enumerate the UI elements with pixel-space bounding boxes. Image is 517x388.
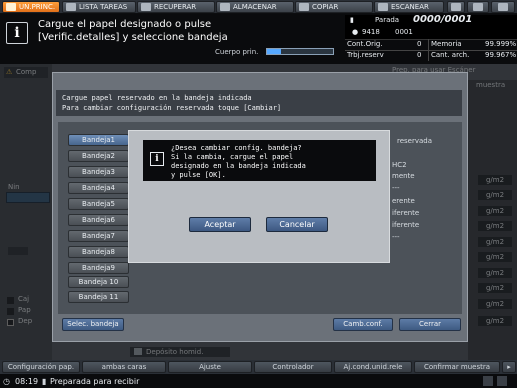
info-icon: i bbox=[150, 152, 164, 166]
recall-icon bbox=[141, 3, 151, 11]
tray-button-1[interactable]: Bandeja1 bbox=[68, 134, 129, 146]
header-message-line1: Cargue el papel designado o pulse bbox=[38, 19, 212, 30]
status-time: 08:19 bbox=[15, 377, 39, 386]
file-count-label: Cant. arch. bbox=[431, 51, 470, 59]
tab-store[interactable]: ALMACENAR bbox=[216, 1, 294, 13]
reserved-row: --- bbox=[392, 233, 400, 241]
select-tray-button[interactable]: Selec. bandeja bbox=[62, 318, 124, 331]
orig-count-label: Cont.Orig. bbox=[347, 40, 383, 48]
reserved-jobs-value: 0 bbox=[417, 51, 422, 59]
tray-dialog-line1: Cargue papel reservado en la bandeja ind… bbox=[62, 94, 252, 102]
confirm-sample-button[interactable]: Confirmar muestra bbox=[414, 361, 500, 373]
tray-button-10[interactable]: Bandeja 10 bbox=[68, 276, 129, 288]
duplex-button[interactable]: ambas caras bbox=[82, 361, 166, 373]
tray-button-8[interactable]: Bandeja8 bbox=[68, 246, 129, 258]
adjust-button[interactable]: Ajuste bbox=[168, 361, 252, 373]
printer-status-icon: ▮ bbox=[42, 377, 47, 386]
reserved-header: reservada bbox=[397, 137, 433, 145]
info-icon: i bbox=[6, 22, 28, 44]
gear-icon bbox=[451, 3, 461, 11]
memory-label: Memoria bbox=[431, 40, 462, 48]
reserved-row: mente bbox=[392, 172, 415, 180]
user-icon: ● bbox=[352, 28, 359, 36]
confirm-line3: designado en la bandeja indicada bbox=[171, 162, 306, 170]
main-body-label: Cuerpo prin. bbox=[215, 48, 259, 56]
utility-button[interactable] bbox=[447, 1, 465, 13]
tray-button-4[interactable]: Bandeja4 bbox=[68, 182, 129, 194]
reserved-row: erente bbox=[392, 197, 415, 205]
volume-button[interactable] bbox=[467, 1, 489, 13]
confirm-line1: ¿Desea cambiar config. bandeja? bbox=[171, 144, 302, 152]
tray-button-11[interactable]: Bandeja 11 bbox=[68, 291, 129, 303]
reserved-row: iferente bbox=[392, 221, 420, 229]
file-count-value: 99.967% bbox=[485, 51, 517, 59]
printer-icon: ▮ bbox=[350, 16, 354, 24]
paper-setting-button[interactable]: Configuración pap. bbox=[2, 361, 80, 373]
status-text: Preparada para recibir bbox=[50, 377, 140, 386]
tab-recall[interactable]: RECUPERAR bbox=[137, 1, 215, 13]
tray-button-5[interactable]: Bandeja5 bbox=[68, 198, 129, 210]
copy-icon bbox=[299, 3, 309, 11]
home-icon bbox=[6, 3, 16, 11]
tray-dialog-line2: Para cambiar configuración reservada toq… bbox=[62, 104, 282, 112]
grid-line bbox=[428, 39, 429, 61]
change-config-button[interactable]: Camb.conf. bbox=[333, 318, 393, 331]
scan-icon bbox=[378, 3, 388, 11]
tray-button-2[interactable]: Bandeja2 bbox=[68, 150, 129, 162]
orig-count-value: 0 bbox=[417, 40, 422, 48]
machine-state: Parada bbox=[375, 16, 400, 24]
store-icon bbox=[220, 3, 230, 11]
tray-button-7[interactable]: Bandeja7 bbox=[68, 230, 129, 242]
confirm-line2: Si la cambia, cargue el papel bbox=[171, 153, 294, 161]
accept-button[interactable]: Aceptar bbox=[189, 217, 251, 232]
confirm-line4: y pulse [OK]. bbox=[171, 171, 226, 179]
network-icon bbox=[483, 376, 493, 386]
speaker-icon bbox=[473, 3, 483, 11]
memory-value: 99.999% bbox=[485, 40, 517, 48]
tab-copy[interactable]: COPIAR bbox=[295, 1, 373, 13]
cancel-button[interactable]: Cancelar bbox=[266, 217, 328, 232]
toner-gauge-fill bbox=[267, 49, 281, 54]
status-indicator[interactable] bbox=[491, 1, 515, 13]
tab-scan[interactable]: ESCANEAR bbox=[374, 1, 444, 13]
reserved-row: iferente bbox=[392, 209, 420, 217]
user-id: 9418 bbox=[362, 28, 380, 36]
job-counter: 0000/0001 bbox=[413, 14, 473, 25]
clock-icon: ◷ bbox=[3, 377, 10, 386]
reserved-jobs-label: Trbj.reserv bbox=[347, 51, 384, 59]
user-count: 0001 bbox=[395, 28, 413, 36]
tray-button-6[interactable]: Bandeja6 bbox=[68, 214, 129, 226]
job-list-icon bbox=[66, 3, 76, 11]
header-message-line2: [Verific.detalles] y seleccione bandeja bbox=[38, 32, 228, 43]
controller-button[interactable]: Controlador bbox=[254, 361, 332, 373]
close-button[interactable]: Cerrar bbox=[399, 318, 461, 331]
reserved-row: --- bbox=[392, 184, 400, 192]
storage-icon bbox=[497, 376, 507, 386]
tray-button-3[interactable]: Bandeja3 bbox=[68, 166, 129, 178]
reserved-row: HC2 bbox=[392, 161, 407, 169]
tab-home[interactable]: UN.PRINC. bbox=[2, 1, 60, 13]
status-icon bbox=[498, 3, 508, 11]
tray-button-9[interactable]: Bandeja9 bbox=[68, 262, 129, 274]
tab-job-list[interactable]: LISTA TAREAS bbox=[62, 1, 136, 13]
relay-unit-button[interactable]: Aj.cond.unid.rele bbox=[334, 361, 412, 373]
scroll-arrow-icon[interactable]: ▸ bbox=[502, 361, 516, 373]
